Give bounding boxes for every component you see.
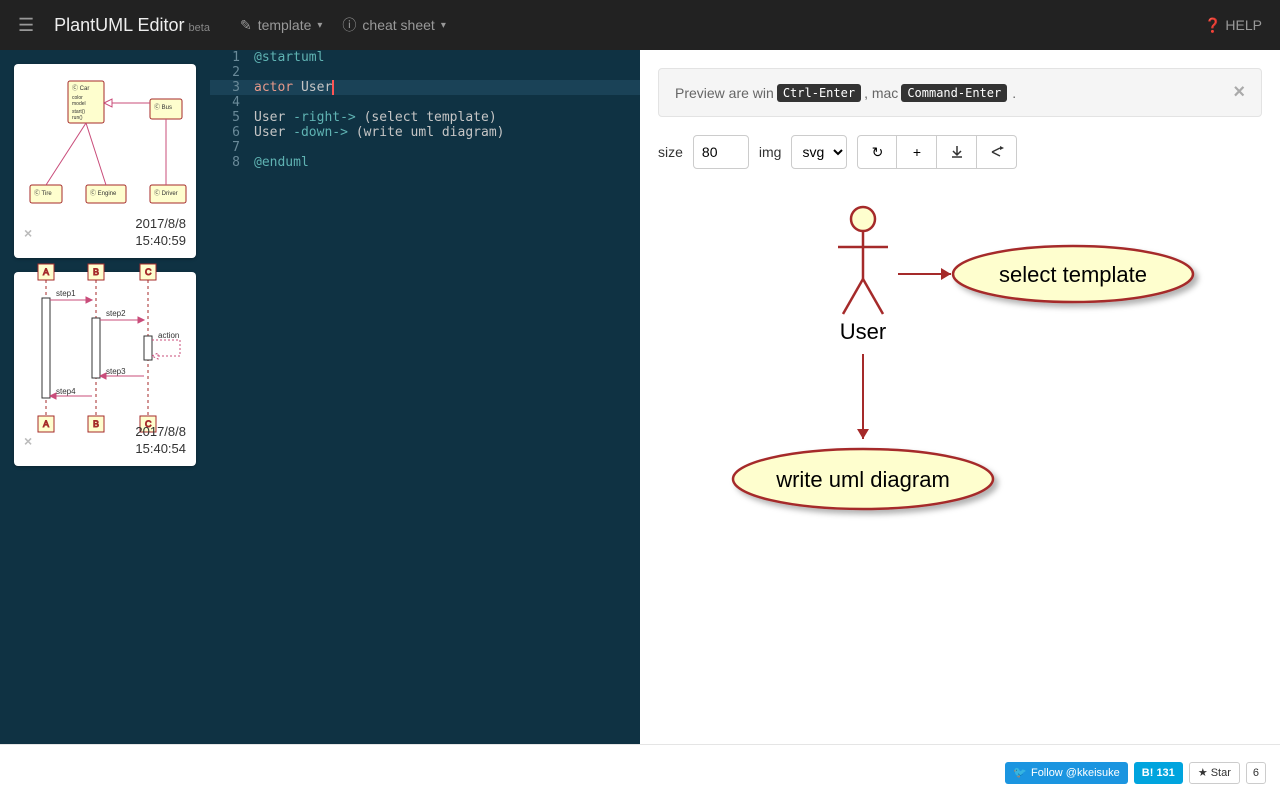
hint-text: , mac	[864, 85, 898, 101]
template-label: template	[258, 17, 312, 33]
hint-text: .	[1012, 85, 1016, 101]
svg-text:select template: select template	[999, 262, 1147, 287]
svg-text:Ⓒ Bus: Ⓒ Bus	[154, 103, 172, 111]
close-icon[interactable]: ×	[24, 225, 32, 241]
app-title: PlantUML Editor	[54, 15, 184, 36]
template-dropdown[interactable]: ✎ template ▾	[240, 17, 322, 34]
beta-badge: beta	[189, 22, 210, 34]
size-input[interactable]	[693, 135, 749, 169]
twitter-follow-badge[interactable]: 🐦 Follow @kkeisuke	[1005, 762, 1128, 784]
svg-text:Ⓒ Tire: Ⓒ Tire	[34, 189, 52, 197]
star-icon: ★	[1198, 766, 1208, 779]
kbd-mac: Command-Enter	[901, 84, 1007, 102]
info-icon: ⓘ	[342, 15, 356, 35]
footer-bar: 🐦 Follow @kkeisuke B! 131 ★ Star 6	[0, 744, 1280, 800]
history-card[interactable]: Ⓒ Car color model start() run() Ⓒ Bus Ⓒ …	[14, 64, 196, 258]
pencil-icon: ✎	[240, 17, 252, 34]
kbd-win: Ctrl-Enter	[777, 84, 861, 102]
thumbnail-image: A B C A B C	[20, 278, 190, 418]
hint-text: Preview are win	[675, 85, 774, 101]
svg-text:Ⓒ Engine: Ⓒ Engine	[90, 189, 117, 197]
thumbnail-image: Ⓒ Car color model start() run() Ⓒ Bus Ⓒ …	[20, 70, 190, 210]
hatena-badge[interactable]: B! 131	[1134, 762, 1183, 784]
svg-text:A: A	[43, 267, 49, 277]
svg-text:Ⓒ Car: Ⓒ Car	[72, 84, 89, 92]
cheatsheet-dropdown[interactable]: ⓘ cheat sheet ▾	[342, 15, 445, 35]
share-icon	[990, 145, 1004, 159]
svg-text:step3: step3	[106, 367, 126, 376]
svg-text:B: B	[93, 419, 99, 429]
svg-text:model: model	[72, 101, 86, 107]
svg-text:Ⓒ Driver: Ⓒ Driver	[154, 189, 178, 197]
help-label: HELP	[1225, 17, 1262, 33]
download-icon	[950, 145, 964, 159]
refresh-button[interactable]: ↻	[857, 135, 897, 169]
img-format-select[interactable]: svg	[791, 135, 847, 169]
top-navbar: ☰ PlantUML Editor beta ✎ template ▾ ⓘ ch…	[0, 0, 1280, 50]
twitter-icon: 🐦	[1013, 766, 1027, 779]
refresh-icon: ↻	[872, 144, 884, 161]
menu-icon[interactable]: ☰	[18, 15, 34, 36]
svg-text:step2: step2	[106, 309, 126, 318]
download-button[interactable]	[937, 135, 977, 169]
github-star-count[interactable]: 6	[1246, 762, 1266, 784]
svg-text:write uml diagram: write uml diagram	[775, 467, 950, 492]
svg-text:run(): run()	[72, 115, 83, 121]
svg-text:step1: step1	[56, 289, 76, 298]
svg-text:step4: step4	[56, 387, 76, 396]
github-star-badge[interactable]: ★ Star	[1189, 762, 1240, 784]
add-button[interactable]: +	[897, 135, 937, 169]
svg-text:A: A	[43, 419, 49, 429]
history-sidebar: Ⓒ Car color model start() run() Ⓒ Bus Ⓒ …	[0, 50, 210, 744]
svg-text:B: B	[93, 267, 99, 277]
chevron-down-icon: ▾	[317, 20, 322, 31]
svg-text:action: action	[158, 331, 179, 340]
plus-icon: +	[913, 144, 921, 160]
help-icon: ❓	[1204, 17, 1221, 34]
close-icon[interactable]: ×	[1233, 81, 1245, 104]
thumbnail-timestamp: 2017/8/8 15:40:54	[135, 424, 186, 458]
svg-text:User: User	[840, 319, 886, 344]
help-link[interactable]: ❓ HELP	[1204, 17, 1262, 34]
preview-panel: Preview are win Ctrl-Enter , mac Command…	[640, 50, 1280, 744]
size-label: size	[658, 144, 683, 160]
preview-toolbar: size img svg ↻ +	[658, 135, 1262, 169]
uml-diagram: User select template write uml diagram	[658, 189, 1262, 639]
cheatsheet-label: cheat sheet	[362, 17, 434, 33]
svg-text:C: C	[145, 267, 152, 277]
chevron-down-icon: ▾	[441, 20, 446, 31]
code-editor[interactable]: 1@startuml 2 3actor User 4 5User -right-…	[210, 50, 640, 744]
close-icon[interactable]: ×	[24, 433, 32, 449]
history-card[interactable]: A B C A B C	[14, 272, 196, 466]
img-label: img	[759, 144, 782, 160]
thumbnail-timestamp: 2017/8/8 15:40:59	[135, 216, 186, 250]
hint-banner: Preview are win Ctrl-Enter , mac Command…	[658, 68, 1262, 117]
share-button[interactable]	[977, 135, 1017, 169]
